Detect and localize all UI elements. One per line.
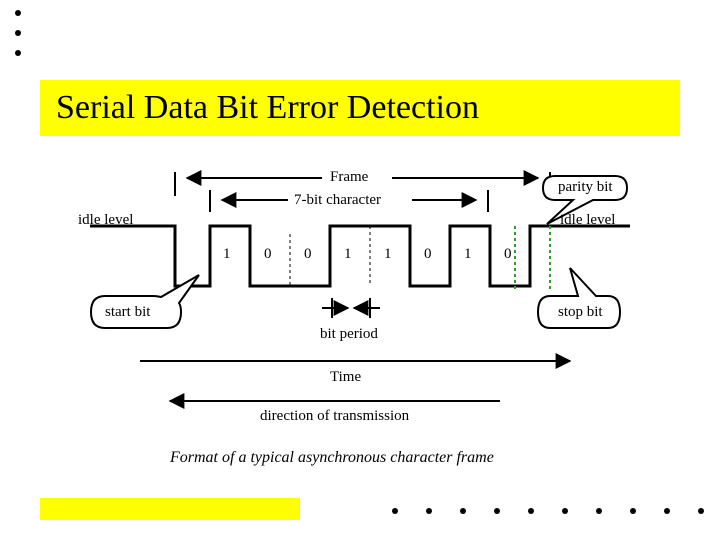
time-label: Time [330, 369, 361, 386]
bit-value: 1 [223, 246, 231, 263]
bit-value: 0 [264, 246, 272, 263]
char-label: 7-bit character [294, 192, 381, 209]
footer-band [40, 498, 300, 520]
dot-icon [630, 508, 636, 514]
parity-bit-label: parity bit [558, 179, 613, 196]
dot-icon [494, 508, 500, 514]
bit-value: 1 [344, 246, 352, 263]
bit-value: 1 [384, 246, 392, 263]
stop-bit-label: stop bit [558, 304, 603, 321]
dot-icon [562, 508, 568, 514]
bit-value: 0 [424, 246, 432, 263]
async-frame-diagram: Frame 7-bit character parity bit idle le… [70, 156, 650, 476]
start-bit-label: start bit [105, 304, 150, 321]
idle-right-label: idle level [560, 212, 615, 229]
decorative-dots-horizontal [392, 508, 704, 514]
dot-icon [664, 508, 670, 514]
figure-caption: Format of a typical asynchronous charact… [170, 449, 494, 467]
direction-label: direction of transmission [260, 408, 409, 425]
bit-value: 0 [304, 246, 312, 263]
idle-left-label: idle level [78, 212, 133, 229]
bit-period-label: bit period [320, 326, 378, 343]
bit-value: 0 [504, 246, 512, 263]
dot-icon [392, 508, 398, 514]
dot-icon [15, 30, 21, 36]
dot-icon [15, 10, 21, 16]
decorative-dots-vertical [15, 10, 21, 56]
dot-icon [528, 508, 534, 514]
title-band: Serial Data Bit Error Detection [40, 80, 680, 136]
page-title: Serial Data Bit Error Detection [56, 89, 479, 127]
dot-icon [426, 508, 432, 514]
dot-icon [15, 50, 21, 56]
dot-icon [460, 508, 466, 514]
dot-icon [698, 508, 704, 514]
dot-icon [596, 508, 602, 514]
frame-label: Frame [330, 169, 368, 186]
bit-value: 1 [464, 246, 472, 263]
